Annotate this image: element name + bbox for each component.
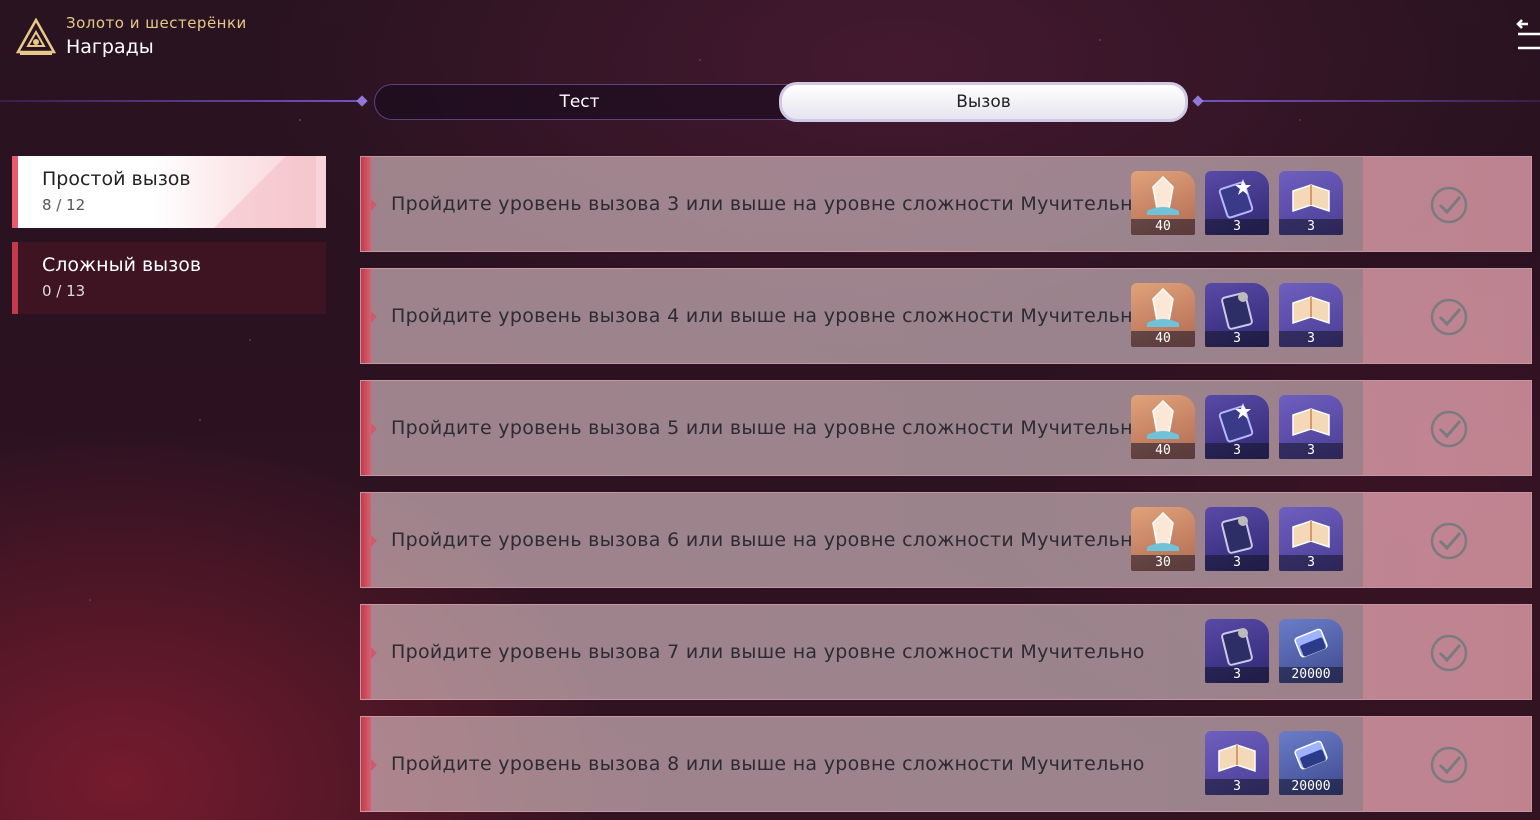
task-description: Пройдите уровень вызова 5 или выше на ур… (391, 417, 1145, 439)
reward-item[interactable]: 40 (1131, 171, 1195, 235)
row-arrow-icon (371, 423, 377, 435)
reward-quantity: 3 (1205, 331, 1269, 347)
category-label: Сложный вызов (42, 254, 202, 276)
reward-quantity: 3 (1205, 667, 1269, 683)
decorative-triangles (186, 156, 316, 228)
reward-item[interactable]: 40 (1131, 395, 1195, 459)
reward-quantity: 30 (1131, 555, 1195, 571)
reward-item[interactable]: 3 (1205, 731, 1269, 795)
task-description: Пройдите уровень вызова 4 или выше на ур… (391, 305, 1145, 327)
reward-item[interactable]: 20000 (1279, 619, 1343, 683)
row-arrow-icon (371, 535, 377, 547)
reward-quantity: 3 (1205, 219, 1269, 235)
reward-quantity: 40 (1131, 331, 1195, 347)
reward-item[interactable]: 40 (1131, 283, 1195, 347)
back-icon[interactable] (1514, 18, 1540, 54)
reward-quantity: 20000 (1279, 779, 1343, 795)
reward-quantity: 3 (1205, 555, 1269, 571)
reward-item[interactable]: 30 (1131, 507, 1195, 571)
tab-bar: Тест Вызов (374, 82, 1188, 122)
reward-list: 40 3 3 (1131, 283, 1343, 347)
completed-check-icon (1430, 410, 1468, 448)
category-progress: 8 / 12 (42, 196, 86, 214)
reward-quantity: 3 (1279, 331, 1343, 347)
reward-item[interactable]: 3 (1279, 171, 1343, 235)
tab-test[interactable]: Тест (375, 84, 784, 120)
row-arrow-icon (371, 759, 377, 771)
tab-challenge[interactable]: Вызов (779, 82, 1188, 122)
completed-check-icon (1430, 186, 1468, 224)
reward-quantity: 20000 (1279, 667, 1343, 683)
reward-list: 40 3 3 (1131, 395, 1343, 459)
reward-item[interactable]: 3 (1279, 283, 1343, 347)
tab-divider-right (1198, 100, 1540, 102)
category-progress: 0 / 13 (42, 282, 86, 300)
reward-quantity: 3 (1205, 443, 1269, 459)
reward-item[interactable]: 3 (1205, 171, 1269, 235)
reward-list: 40 3 3 (1131, 171, 1343, 235)
page-header: Золото и шестерёнки Награды (16, 14, 247, 60)
header-subtitle: Золото и шестерёнки (66, 14, 247, 32)
row-arrow-icon (371, 311, 377, 323)
reward-quantity: 3 (1279, 443, 1343, 459)
reward-item[interactable]: 3 (1205, 395, 1269, 459)
reward-item[interactable]: 3 (1279, 395, 1343, 459)
task-row: Пройдите уровень вызова 3 или выше на ур… (360, 156, 1532, 252)
reward-quantity: 40 (1131, 219, 1195, 235)
reward-quantity: 3 (1279, 219, 1343, 235)
task-description: Пройдите уровень вызова 7 или выше на ур… (391, 641, 1145, 663)
task-row: Пройдите уровень вызова 7 или выше на ур… (360, 604, 1532, 700)
reward-item[interactable]: 3 (1205, 619, 1269, 683)
reward-item[interactable]: 20000 (1279, 731, 1343, 795)
task-description: Пройдите уровень вызова 3 или выше на ур… (391, 193, 1145, 215)
reward-list: 3 20000 (1205, 619, 1343, 683)
category-hard-challenge[interactable]: Сложный вызов 0 / 13 (12, 242, 326, 314)
task-description: Пройдите уровень вызова 8 или выше на ур… (391, 753, 1145, 775)
task-row: Пройдите уровень вызова 6 или выше на ур… (360, 492, 1532, 588)
completed-check-icon (1430, 634, 1468, 672)
reward-list: 30 3 3 (1131, 507, 1343, 571)
task-row: Пройдите уровень вызова 8 или выше на ур… (360, 716, 1532, 812)
golden-triangle-logo-icon (16, 18, 56, 55)
reward-item[interactable]: 3 (1205, 507, 1269, 571)
page-title: Награды (66, 36, 154, 58)
reward-quantity: 3 (1279, 555, 1343, 571)
category-easy-challenge[interactable]: Простой вызов 8 / 12 (12, 156, 326, 228)
task-row: Пройдите уровень вызова 4 или выше на ур… (360, 268, 1532, 364)
reward-list: 3 20000 (1205, 731, 1343, 795)
completed-check-icon (1430, 746, 1468, 784)
tab-divider-left (0, 100, 362, 102)
completed-check-icon (1430, 298, 1468, 336)
reward-item[interactable]: 3 (1205, 283, 1269, 347)
row-arrow-icon (371, 199, 377, 211)
category-label: Простой вызов (42, 168, 191, 190)
task-description: Пройдите уровень вызова 6 или выше на ур… (391, 529, 1145, 551)
reward-quantity: 3 (1205, 779, 1269, 795)
task-row: Пройдите уровень вызова 5 или выше на ур… (360, 380, 1532, 476)
row-arrow-icon (371, 647, 377, 659)
reward-item[interactable]: 3 (1279, 507, 1343, 571)
reward-quantity: 40 (1131, 443, 1195, 459)
completed-check-icon (1430, 522, 1468, 560)
